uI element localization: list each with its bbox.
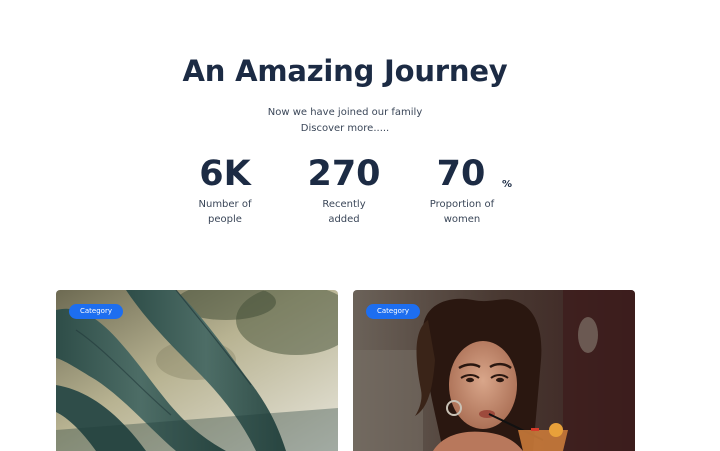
page-title: An Amazing Journey [182, 54, 508, 88]
stat-label: Proportion of women [412, 197, 512, 227]
stat-label-line-1: Proportion of [429, 199, 495, 210]
subtitle-line-2: Discover more..... [300, 123, 390, 134]
stat-women-proportion: 70 % Proportion of women [412, 152, 512, 227]
stat-value: 70 [436, 154, 486, 194]
category-badge[interactable]: Category [366, 304, 420, 319]
stat-label: Recently added [294, 197, 394, 227]
stat-unit: % [502, 179, 513, 190]
stat-recently-added: 270 Recently added [294, 152, 394, 227]
stat-label-line-1: Recently [322, 199, 366, 210]
stat-label-line-2: women [443, 214, 481, 225]
stat-value: 270 [307, 154, 381, 194]
stat-value: 6K [199, 154, 251, 194]
hero-subtitle: Now we have joined our family Discover m… [0, 105, 690, 137]
stat-label-line-2: people [208, 214, 242, 225]
stat-label: Number of people [175, 197, 275, 227]
subtitle-line-1: Now we have joined our family [267, 107, 423, 118]
category-badge[interactable]: Category [69, 304, 123, 319]
stat-label-line-2: added [328, 214, 360, 225]
article-card-1[interactable]: Category [56, 290, 338, 451]
stat-people: 6K Number of people [175, 152, 275, 227]
article-card-2[interactable]: Category [353, 290, 635, 451]
stat-label-line-1: Number of [198, 199, 252, 210]
